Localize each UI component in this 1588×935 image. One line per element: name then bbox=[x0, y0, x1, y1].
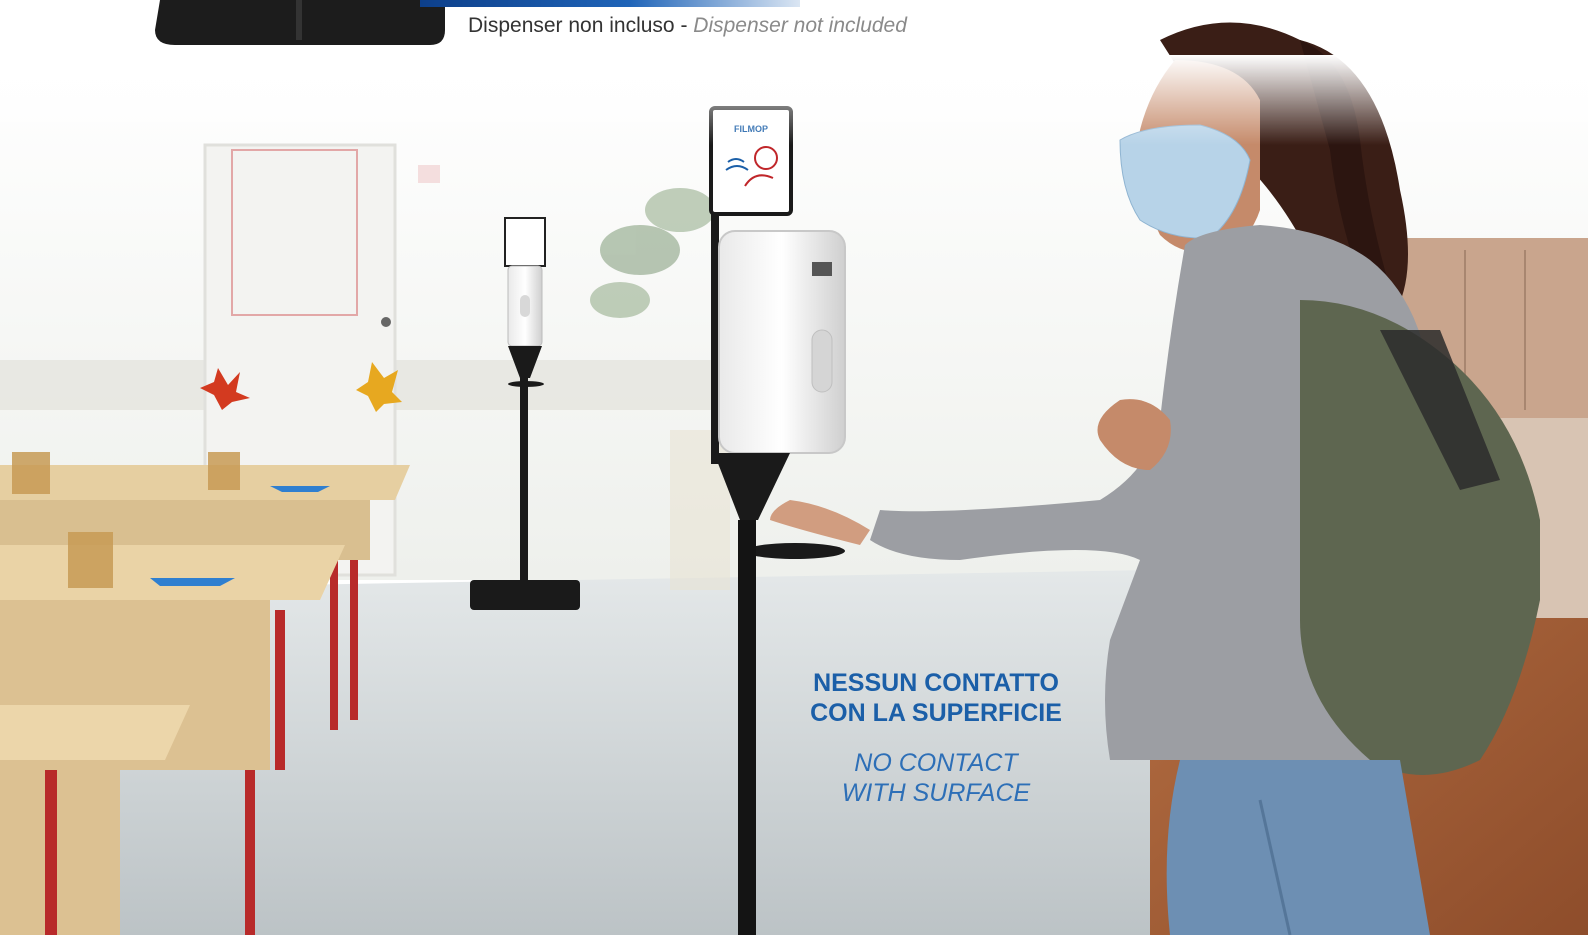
headline-italian-line2: CON LA SUPERFICIE bbox=[810, 699, 1062, 727]
top-fade bbox=[0, 55, 1588, 145]
headline-italian: NESSUN CONTATTO CON LA SUPERFICIE bbox=[800, 668, 1072, 728]
caption-english: Dispenser not included bbox=[693, 14, 907, 37]
dispenser-not-included-caption: Dispenser non incluso - Dispenser not in… bbox=[468, 14, 907, 38]
door-handle bbox=[381, 317, 391, 327]
wall-sign bbox=[418, 165, 440, 183]
no-contact-headline: NESSUN CONTATTO CON LA SUPERFICIE NO CON… bbox=[800, 668, 1072, 808]
headline-english: NO CONTACT WITH SURFACE bbox=[800, 748, 1072, 808]
headline-english-line1: NO CONTACT bbox=[854, 749, 1018, 777]
caption-italian: Dispenser non incluso - bbox=[468, 14, 694, 37]
top-accent-bar bbox=[420, 0, 800, 7]
headline-english-line2: WITH SURFACE bbox=[841, 779, 1031, 807]
headline-italian-line1: NESSUN CONTATTO bbox=[813, 669, 1059, 697]
classroom-scene: FILMOP bbox=[0, 0, 1588, 935]
